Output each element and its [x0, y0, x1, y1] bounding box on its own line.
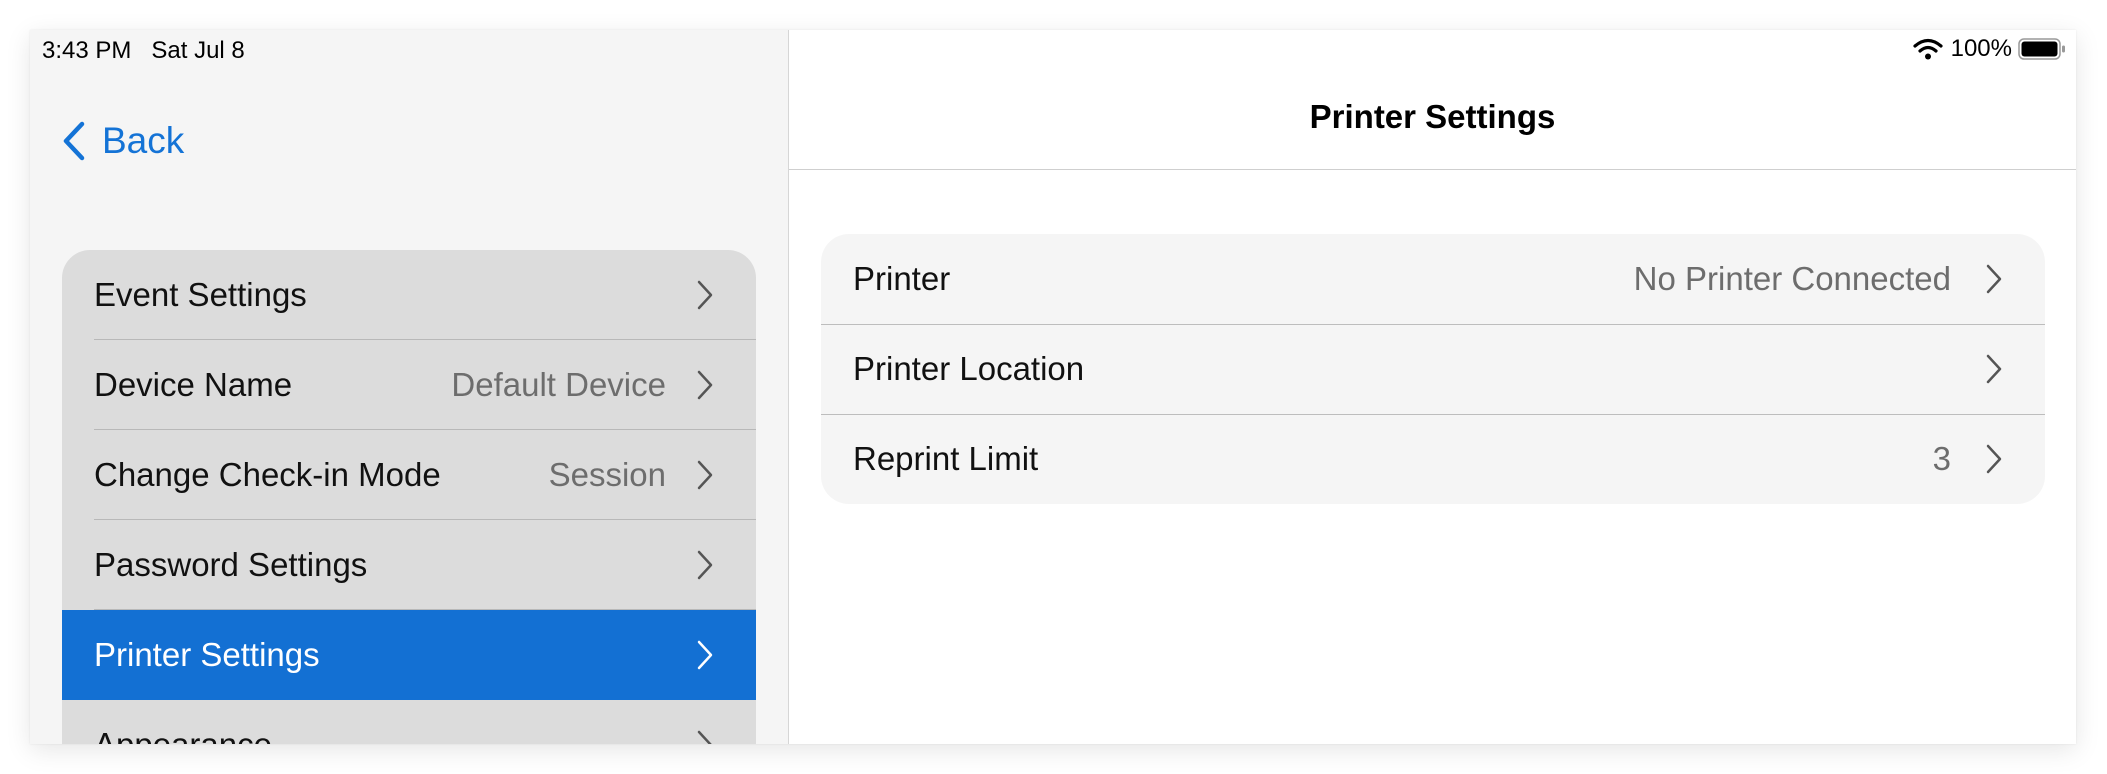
chevron-right-icon [697, 640, 713, 670]
chevron-right-icon [697, 550, 713, 580]
sidebar-item-printer-settings[interactable]: Printer Settings [62, 610, 756, 700]
row-value: No Printer Connected [1633, 260, 1951, 297]
page-title: Printer Settings [1309, 98, 1556, 135]
nav-divider [789, 169, 2076, 170]
printer-settings-group: Printer No Printer Connected Printer Loc… [821, 234, 2045, 504]
status-bar-right: 100% [1913, 35, 2066, 63]
chevron-right-icon [1986, 444, 2002, 474]
row-label: Printer [853, 260, 951, 297]
detail-pane: 100% Printer Settings Printer No Printer… [789, 30, 2076, 744]
sidebar-item-device-name[interactable]: Device Name Default Device [62, 340, 756, 430]
sidebar-item-check-in-mode[interactable]: Change Check-in Mode Session [62, 430, 756, 520]
wifi-icon [1913, 38, 1943, 60]
sidebar: 3:43 PM Sat Jul 8 Back Event Settings Dev… [30, 30, 789, 744]
sidebar-item-value: Default Device [451, 366, 666, 403]
row-label: Printer Location [853, 350, 1085, 387]
sidebar-item-password-settings[interactable]: Password Settings [62, 520, 756, 610]
sidebar-item-label: Appearance [94, 726, 666, 744]
chevron-right-icon [1986, 264, 2002, 294]
battery-percentage: 100% [1950, 35, 2012, 62]
chevron-right-icon [697, 460, 713, 490]
status-time: 3:43 PM [42, 37, 132, 64]
row-label: Reprint Limit [853, 440, 1039, 477]
status-bar-left: 3:43 PM Sat Jul 8 [42, 37, 245, 65]
sidebar-item-label: Event Settings [94, 276, 307, 313]
sidebar-item-value: Session [548, 456, 666, 493]
row-value: 3 [1932, 440, 1951, 477]
reprint-limit-row[interactable]: Reprint Limit 3 [821, 414, 2045, 504]
status-date: Sat Jul 8 [151, 37, 245, 64]
printer-row[interactable]: Printer No Printer Connected [821, 234, 2045, 324]
sidebar-item-label: Device Name [94, 366, 293, 403]
battery-icon [2018, 38, 2065, 60]
sidebar-item-label: Change Check-in Mode [94, 456, 441, 493]
chevron-right-icon [697, 280, 713, 310]
printer-location-row[interactable]: Printer Location [821, 324, 2045, 414]
sidebar-item-label: Printer Settings [94, 636, 320, 673]
settings-menu: Event Settings Device Name Default Devic… [62, 250, 756, 744]
back-label: Back [102, 120, 185, 161]
chevron-left-icon [63, 121, 85, 161]
chevron-right-icon [697, 730, 712, 744]
sidebar-item-appearance[interactable]: Appearance [62, 700, 756, 744]
ipad-screen: 3:43 PM Sat Jul 8 Back Event Settings Dev… [30, 30, 2076, 744]
chevron-right-icon [1986, 354, 2002, 384]
back-button[interactable]: Back [60, 120, 184, 162]
chevron-right-icon [697, 370, 713, 400]
sidebar-item-event-settings[interactable]: Event Settings [62, 250, 756, 340]
sidebar-item-label: Password Settings [94, 546, 368, 583]
